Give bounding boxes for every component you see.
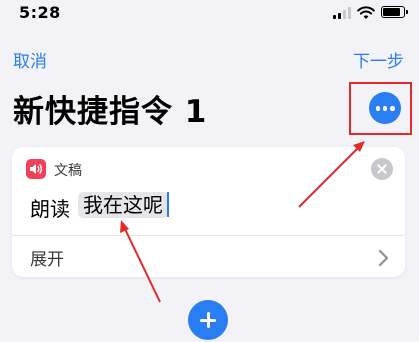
annotation-highlight-box [349, 82, 412, 135]
plus-icon[interactable] [188, 300, 228, 340]
cellular-signal-icon [333, 7, 353, 19]
status-time: 5:28 [19, 3, 61, 22]
speak-text-action-card[interactable]: 文稿 朗读 我在这呢 展开 [12, 147, 405, 277]
cancel-button[interactable]: 取消 [13, 47, 47, 72]
expand-button[interactable]: 展开 [30, 245, 64, 270]
status-bar: 5:28 [0, 0, 419, 28]
wifi-icon [357, 6, 375, 19]
app-icon [26, 159, 46, 179]
divider [12, 235, 405, 236]
chevron-right-icon[interactable] [376, 249, 390, 267]
close-icon[interactable] [371, 158, 393, 180]
text-parameter-field[interactable]: 我在这呢 [78, 192, 168, 218]
app-name: 文稿 [54, 163, 82, 179]
battery-icon [381, 6, 408, 18]
next-button[interactable]: 下一步 [353, 47, 404, 72]
page-title[interactable]: 新快捷指令 1 [13, 86, 207, 131]
speaker-icon [30, 164, 42, 174]
action-label: 朗读 [30, 197, 70, 221]
text-cursor [167, 192, 169, 217]
